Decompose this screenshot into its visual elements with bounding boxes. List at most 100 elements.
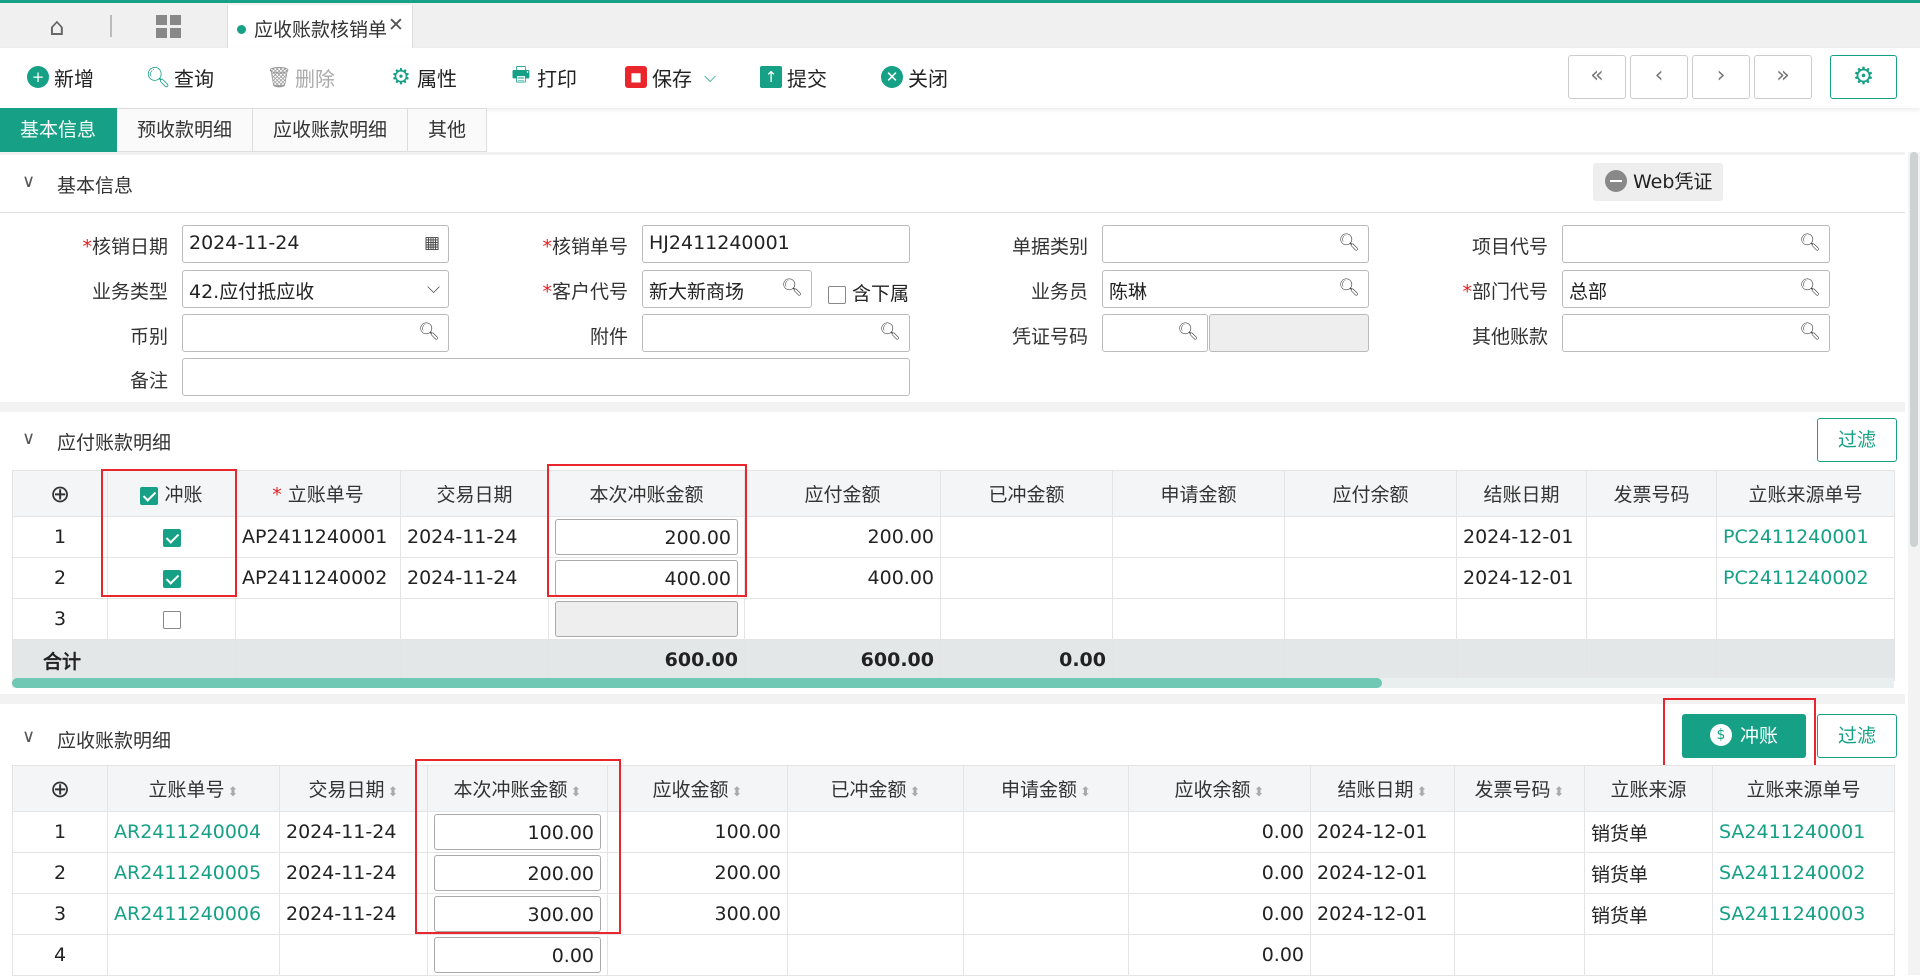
add-row-icon[interactable]: ⊕ xyxy=(12,470,108,517)
source-link[interactable]: SA2411240001 xyxy=(1712,811,1895,853)
source-link[interactable]: SA2411240003 xyxy=(1712,893,1895,935)
settle-cell[interactable] xyxy=(107,598,236,640)
prev-record-button[interactable]: ‹ xyxy=(1630,55,1688,99)
close-tab-icon[interactable]: ✕ xyxy=(388,14,404,36)
search-icon[interactable]: 🔍︎ xyxy=(1177,322,1199,342)
source-link[interactable]: SA2411240002 xyxy=(1712,852,1895,894)
web-voucher-button[interactable]: Web凭证 xyxy=(1593,163,1723,201)
home-icon[interactable]: ⌂ xyxy=(42,13,72,41)
amount-cell[interactable] xyxy=(548,598,745,640)
col-date[interactable]: 交易日期 ⬍ xyxy=(279,765,428,812)
vertical-scrollbar[interactable] xyxy=(1908,152,1920,975)
first-record-button[interactable]: « xyxy=(1568,55,1626,99)
doc-no-field[interactable]: HJ2411240001 xyxy=(642,225,910,263)
dept-field[interactable]: 总部 🔍︎ xyxy=(1562,270,1830,308)
document-tab[interactable]: 应收账款核销单 ✕ xyxy=(227,5,413,51)
minus-circle-icon xyxy=(1605,169,1627,192)
search-icon[interactable]: 🔍︎ xyxy=(1799,322,1821,342)
search-icon[interactable]: 🔍︎ xyxy=(1799,278,1821,298)
amount-input[interactable] xyxy=(555,601,738,637)
last-record-button[interactable]: » xyxy=(1754,55,1812,99)
doc-no-label: *核销单号 xyxy=(542,236,628,258)
balance-cell: 0.00 xyxy=(1128,893,1311,935)
col-doc-no[interactable]: 立账单号 ⬍ xyxy=(107,765,280,812)
table-row[interactable]: 3 xyxy=(12,598,1895,640)
table-row[interactable]: 2 AR2411240005 2024-11-24 200.00 200.00 … xyxy=(12,852,1895,894)
settled-cell xyxy=(787,811,964,853)
collapse-chevron-icon[interactable]: ∨ xyxy=(22,171,35,192)
amount-input[interactable]: 0.00 xyxy=(434,937,601,973)
source-link[interactable] xyxy=(1712,934,1895,976)
close-button[interactable]: ✕ 关闭 xyxy=(881,60,948,94)
col-settled-amount[interactable]: 已冲金额 ⬍ xyxy=(787,765,964,812)
doc-no-link[interactable]: AR2411240006 xyxy=(107,893,280,935)
date-field[interactable]: 2024-11-24 ▦ xyxy=(182,225,449,263)
tab-other[interactable]: 其他 xyxy=(408,108,488,152)
source-link[interactable]: PC2411240002 xyxy=(1716,557,1895,599)
table-row[interactable]: 1 AR2411240004 2024-11-24 100.00 100.00 … xyxy=(12,811,1895,853)
date-cell xyxy=(400,598,549,640)
search-icon[interactable]: 🔍︎ xyxy=(1338,278,1360,298)
doc-no-link[interactable] xyxy=(107,934,280,976)
col-close-date[interactable]: 结账日期 ⬍ xyxy=(1310,765,1455,812)
receivable-filter-button[interactable]: 过滤 xyxy=(1817,714,1897,758)
search-icon[interactable]: 🔍︎ xyxy=(1799,233,1821,253)
col-applied-amount: 申请金额 xyxy=(1112,470,1285,517)
new-button[interactable]: + 新增 xyxy=(27,60,94,94)
payable-filter-button[interactable]: 过滤 xyxy=(1817,418,1897,462)
table-row[interactable]: 1 AP2411240001 2024-11-24 200.00 200.00 … xyxy=(12,516,1895,558)
voucher-no-field[interactable]: 🔍︎ xyxy=(1102,314,1208,352)
amount-cell[interactable]: 0.00 xyxy=(427,934,608,976)
doc-no-link[interactable]: AR2411240005 xyxy=(107,852,280,894)
vertical-scroll-thumb[interactable] xyxy=(1910,152,1918,547)
prev-icon: ‹ xyxy=(1654,63,1664,88)
add-row-icon[interactable]: ⊕ xyxy=(12,765,108,812)
submit-button[interactable]: ↑ 提交 xyxy=(760,60,827,94)
save-button[interactable]: ■ 保存 ⌵ xyxy=(625,60,716,94)
payable-header[interactable]: ∨ 应付账款明细 xyxy=(0,412,1905,462)
search-icon[interactable]: 🔍︎ xyxy=(1338,233,1360,253)
biz-type-select[interactable]: 42.应付抵应收 ⌵ xyxy=(182,270,449,308)
doc-type-field[interactable]: 🔍︎ xyxy=(1102,225,1369,263)
horizontal-scroll-thumb[interactable] xyxy=(12,678,1382,688)
col-recv-amount[interactable]: 应收金额 ⬍ xyxy=(607,765,788,812)
table-row[interactable]: 3 AR2411240006 2024-11-24 300.00 300.00 … xyxy=(12,893,1895,935)
apps-grid-icon[interactable] xyxy=(156,15,182,39)
sort-icon: ⬍ xyxy=(731,785,743,800)
other-acct-field[interactable]: 🔍︎ xyxy=(1562,314,1830,352)
source-link[interactable]: PC2411240001 xyxy=(1716,516,1895,558)
tab-receivable-detail[interactable]: 应收账款明细 xyxy=(253,108,409,152)
search-icon[interactable]: 🔍︎ xyxy=(781,278,803,298)
col-balance[interactable]: 应收余额 ⬍ xyxy=(1128,765,1311,812)
delete-button[interactable]: 🗑︎ 删除 xyxy=(266,60,335,94)
search-icon[interactable]: 🔍︎ xyxy=(418,322,440,342)
attachment-field[interactable]: 🔍︎ xyxy=(642,314,910,352)
include-sub-box[interactable] xyxy=(828,285,846,304)
include-sub-checkbox[interactable]: 含下属 xyxy=(828,279,909,306)
col-applied-amount[interactable]: 申请金额 ⬍ xyxy=(963,765,1129,812)
collapse-chevron-icon[interactable]: ∨ xyxy=(22,726,35,747)
project-field[interactable]: 🔍︎ xyxy=(1562,225,1830,263)
receivable-header[interactable]: ∨ 应收账款明细 xyxy=(0,704,1905,762)
customer-field[interactable]: 新大新商场 🔍︎ xyxy=(642,270,812,308)
chevron-down-icon[interactable]: ⌵ xyxy=(704,67,716,87)
table-row[interactable]: 4 0.00 0.00 xyxy=(12,934,1895,976)
properties-button[interactable]: ⚙ 属性 xyxy=(390,60,457,94)
chevron-down-icon[interactable]: ⌵ xyxy=(427,278,440,298)
calendar-icon[interactable]: ▦ xyxy=(424,233,440,253)
salesman-field[interactable]: 陈琳 🔍︎ xyxy=(1102,270,1369,308)
print-button[interactable]: 🖶 打印 xyxy=(510,60,577,94)
row-checkbox[interactable] xyxy=(162,610,181,629)
next-record-button[interactable]: › xyxy=(1692,55,1750,99)
table-row[interactable]: 2 AP2411240002 2024-11-24 400.00 400.00 … xyxy=(12,557,1895,599)
doc-no-link[interactable]: AR2411240004 xyxy=(107,811,280,853)
collapse-chevron-icon[interactable]: ∨ xyxy=(22,428,35,449)
search-icon[interactable]: 🔍︎ xyxy=(879,322,901,342)
remark-field[interactable] xyxy=(182,358,910,396)
col-invoice[interactable]: 发票号码 ⬍ xyxy=(1454,765,1585,812)
query-button[interactable]: 🔍︎ 查询 xyxy=(145,60,214,94)
settings-button[interactable]: ⚙ xyxy=(1830,55,1897,99)
tab-basic-info[interactable]: 基本信息 xyxy=(0,108,118,152)
currency-field[interactable]: 🔍︎ xyxy=(182,314,449,352)
tab-prepaid-detail[interactable]: 预收款明细 xyxy=(117,108,254,152)
